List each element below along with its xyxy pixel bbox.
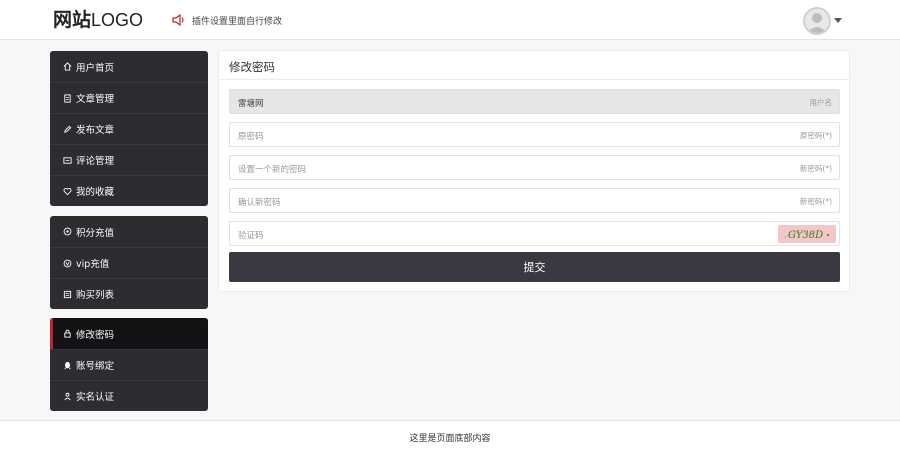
list-icon (63, 290, 72, 299)
sidebar-menu-content: 用户首页 文章管理 发布文章 评论管理 我的收藏 (50, 51, 208, 206)
new-password-placeholder: 设置一个新的密码 (238, 165, 307, 175)
divider (219, 79, 849, 80)
new-password-label: 新密码(*) (799, 164, 832, 173)
submit-button[interactable]: 提交 (229, 252, 840, 282)
username-field: 雷塘网 用户名 (229, 89, 840, 114)
sidebar-item-label: 文章管理 (76, 94, 115, 105)
old-password-label: 原密码(*) (799, 131, 832, 140)
comment-icon (63, 156, 72, 165)
notice-bar: 插件设置里面自行修改 (172, 12, 282, 28)
sidebar-item-comment-manage[interactable]: 评论管理 (50, 144, 208, 175)
sidebar-item-user-home[interactable]: 用户首页 (50, 51, 208, 82)
sidebar-menu-finance: 积分充值 vip充值 购买列表 (50, 216, 208, 309)
sidebar-item-label: 账号绑定 (76, 361, 115, 372)
captcha-placeholder: 验证码 (238, 231, 264, 241)
site-logo[interactable]: 网站LOGO (53, 9, 143, 31)
sidebar-item-label: 实名认证 (76, 392, 115, 403)
notice-text: 插件设置里面自行修改 (192, 16, 283, 27)
logo-en-text: LOGO (91, 10, 144, 30)
sidebar-menu-account: 修改密码 账号绑定 实名认证 (50, 318, 208, 411)
user-icon (807, 13, 827, 33)
username-value: 雷塘网 (238, 99, 264, 109)
confirm-password-label: 新密码(*) (799, 197, 832, 206)
sidebar-item-label: 我的收藏 (76, 187, 115, 198)
page-footer: 这里是页面底部内容 (0, 420, 900, 454)
sidebar-item-purchase-list[interactable]: 购买列表 (50, 278, 208, 309)
sidebar-item-account-binding[interactable]: 账号绑定 (50, 349, 208, 380)
captcha-image[interactable]: GY38D (778, 225, 836, 243)
logo-cn-text: 网站 (53, 9, 92, 31)
home-icon (63, 62, 72, 71)
captcha-field[interactable]: 验证码 GY38D (229, 221, 840, 246)
sidebar-item-article-manage[interactable]: 文章管理 (50, 82, 208, 113)
footer-text: 这里是页面底部内容 (409, 434, 491, 444)
qq-icon (63, 361, 72, 370)
captcha-text: GY38D (788, 230, 823, 241)
sidebar-item-label: 用户首页 (76, 62, 115, 74)
sidebar-item-label: 评论管理 (76, 156, 115, 167)
sidebar-item-label: vip充值 (76, 259, 110, 270)
id-card-icon (63, 392, 72, 401)
coin-icon (63, 227, 72, 236)
vip-icon (63, 259, 72, 268)
pencil-icon (63, 125, 72, 134)
page-title: 修改密码 (229, 60, 275, 74)
sidebar-item-label: 积分充值 (76, 227, 115, 239)
speaker-icon (172, 14, 184, 26)
avatar[interactable] (803, 7, 831, 35)
sidebar-item-points-recharge[interactable]: 积分充值 (50, 216, 208, 247)
confirm-password-placeholder: 确认新密码 (238, 198, 281, 208)
site-header: 网站LOGO 插件设置里面自行修改 (0, 0, 900, 40)
heart-icon (63, 187, 72, 196)
old-password-placeholder: 原密码 (238, 132, 264, 142)
change-password-panel: 修改密码 雷塘网 用户名 原密码 原密码(*) 设置一个新的密码 新密码(*) … (218, 50, 850, 292)
username-label: 用户名 (809, 98, 833, 107)
sidebar-item-favorites[interactable]: 我的收藏 (50, 175, 208, 206)
new-password-field[interactable]: 设置一个新的密码 新密码(*) (229, 155, 840, 180)
confirm-password-field[interactable]: 确认新密码 新密码(*) (229, 188, 840, 213)
sidebar-item-change-password[interactable]: 修改密码 (50, 318, 208, 349)
sidebar-item-label: 发布文章 (76, 125, 115, 136)
sidebar-item-label: 修改密码 (76, 329, 115, 341)
document-icon (63, 93, 72, 103)
sidebar-item-vip-recharge[interactable]: vip充值 (50, 247, 208, 278)
lock-icon (63, 329, 72, 338)
sidebar-item-publish-article[interactable]: 发布文章 (50, 113, 208, 144)
sidebar-item-realname-auth[interactable]: 实名认证 (50, 380, 208, 411)
sidebar-item-label: 购买列表 (76, 290, 115, 301)
old-password-field[interactable]: 原密码 原密码(*) (229, 122, 840, 147)
chevron-down-icon[interactable] (834, 18, 842, 23)
